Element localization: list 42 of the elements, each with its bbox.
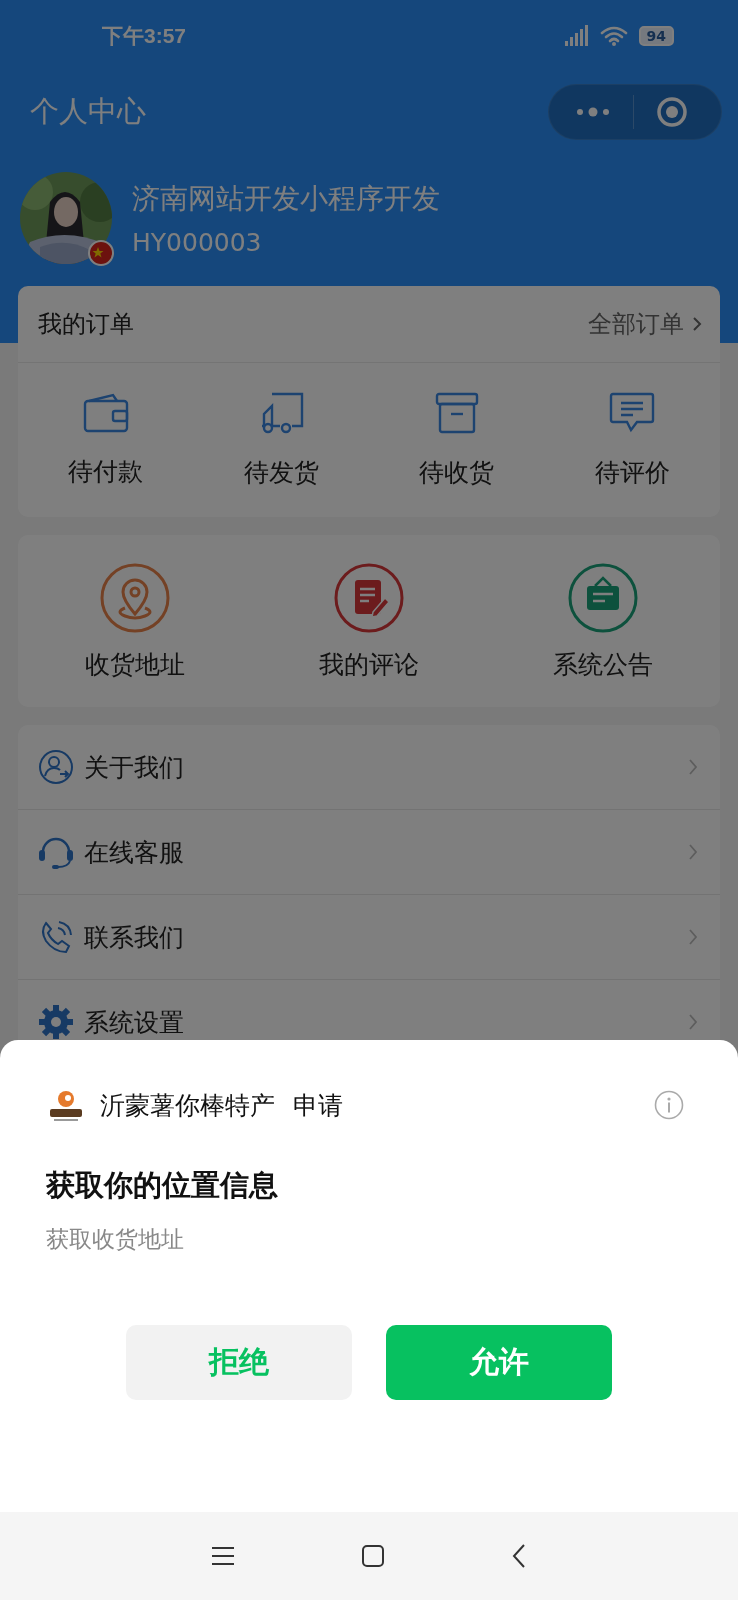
service-item[interactable]: 收货地址 xyxy=(18,535,252,707)
service-item[interactable]: 系统公告 xyxy=(486,535,720,707)
location-icon xyxy=(99,561,171,634)
close-icon[interactable] xyxy=(656,96,688,128)
more-icon[interactable] xyxy=(575,107,611,117)
comment-icon xyxy=(609,391,656,434)
chevron-icon xyxy=(688,1013,698,1031)
member-id: HY000003 xyxy=(132,227,263,257)
menu-icon[interactable] xyxy=(211,1546,235,1566)
menu-item[interactable]: 关于我们 xyxy=(18,725,720,810)
edit-document-icon xyxy=(333,561,405,634)
box-icon xyxy=(434,391,479,434)
flag-badge-icon xyxy=(88,240,114,266)
back-icon[interactable] xyxy=(511,1543,527,1569)
chevron-icon xyxy=(688,928,698,946)
notice-board-icon xyxy=(567,561,639,634)
wifi-icon xyxy=(598,25,629,47)
all-orders-link[interactable]: 全部订单 xyxy=(588,308,702,340)
menu-item[interactable]: 在线客服 xyxy=(18,810,720,895)
user-circle-icon xyxy=(38,749,74,785)
request-label: 申请 xyxy=(293,1089,343,1122)
chevron-icon xyxy=(688,758,698,776)
home-icon[interactable] xyxy=(361,1544,385,1568)
info-icon[interactable] xyxy=(654,1090,684,1120)
user-name: 济南网站开发小程序开发 xyxy=(132,180,440,217)
status-time: 下午3:57 xyxy=(102,23,187,49)
menu-item[interactable]: 联系我们 xyxy=(18,895,720,980)
service-item[interactable]: 我的评论 xyxy=(252,535,486,707)
app-name: 沂蒙薯你棒特产 xyxy=(100,1089,275,1122)
wallet-icon xyxy=(82,392,129,433)
chevron-icon xyxy=(692,316,702,332)
permission-title: 获取你的位置信息 xyxy=(46,1167,279,1204)
order-status-item[interactable]: 待付款 xyxy=(18,363,194,517)
chevron-icon xyxy=(688,843,698,861)
order-status-item[interactable]: 待评价 xyxy=(544,363,720,517)
order-status-item[interactable]: 待收货 xyxy=(369,363,545,517)
allow-button[interactable]: 允许 xyxy=(386,1325,612,1400)
permission-description: 获取收货地址 xyxy=(46,1225,185,1254)
order-status-item[interactable]: 待发货 xyxy=(193,363,369,517)
section-title: 我的订单 xyxy=(38,309,134,340)
page-title: 个人中心 xyxy=(30,93,146,130)
battery-level: 94 xyxy=(638,26,674,46)
